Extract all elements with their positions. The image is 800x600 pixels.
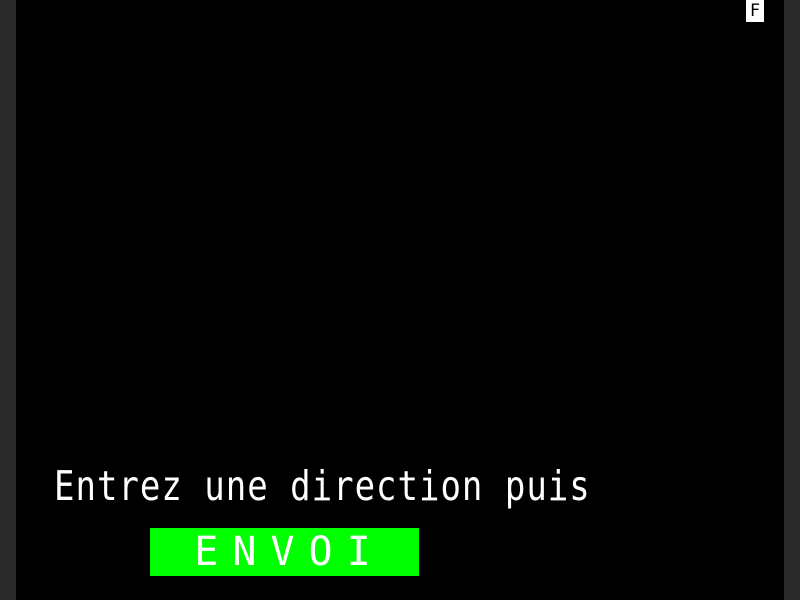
connection-status-indicator: F	[746, 0, 764, 22]
direction-prompt: Entrez une direction puis	[54, 462, 591, 511]
envoi-button[interactable]: ENVOI	[150, 528, 419, 576]
minitel-screen: F Entrez une direction puis ENVOI	[16, 0, 784, 600]
